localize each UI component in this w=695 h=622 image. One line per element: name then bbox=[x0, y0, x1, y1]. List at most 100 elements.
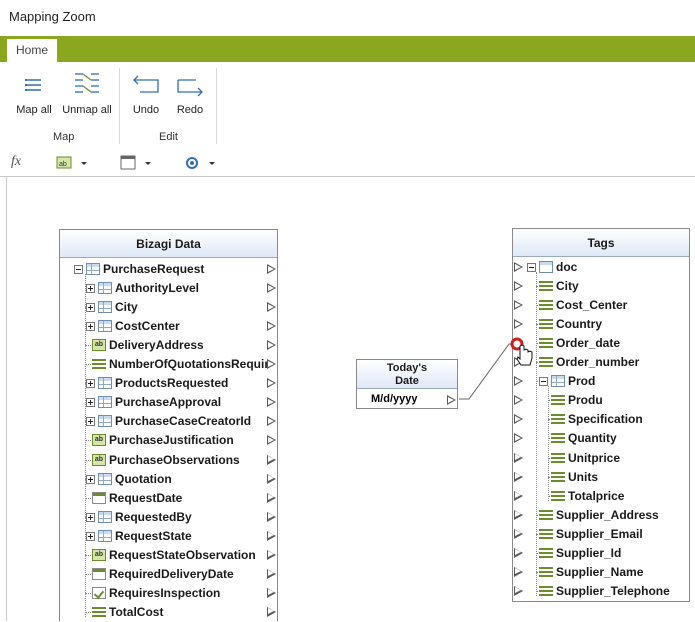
undo-icon bbox=[133, 75, 159, 93]
tree-item-label: Country bbox=[556, 317, 602, 332]
input-port-icon[interactable] bbox=[514, 281, 523, 292]
group-label-map: Map bbox=[53, 131, 75, 143]
tree-item-label: Quantity bbox=[568, 431, 617, 446]
tree-item-label: City bbox=[556, 279, 579, 294]
tree-item-label: Specification bbox=[568, 412, 643, 427]
tree-item-label: Supplier_Telephone bbox=[556, 583, 670, 598]
ribbon-group-separator bbox=[119, 68, 120, 144]
tree-item[interactable]: Quantity bbox=[513, 429, 689, 448]
tree-item[interactable]: Produ bbox=[513, 391, 689, 410]
list-icon bbox=[539, 585, 553, 597]
date-functions-dropdown[interactable] bbox=[120, 154, 160, 172]
input-port-icon[interactable] bbox=[514, 300, 523, 311]
redo-label: Redo bbox=[176, 104, 204, 116]
tab-home[interactable]: Home bbox=[6, 38, 58, 62]
list-icon bbox=[551, 394, 565, 406]
tree-root-item[interactable]: doc bbox=[513, 258, 689, 277]
input-port-icon[interactable] bbox=[514, 395, 523, 406]
tree-item[interactable]: Units bbox=[513, 468, 689, 487]
tree-item[interactable]: Cost_Center bbox=[513, 296, 689, 315]
tree-item-label: Unitprice bbox=[568, 450, 621, 465]
list-icon bbox=[539, 528, 553, 540]
tree-item-label: doc bbox=[556, 260, 578, 274]
window-title: Mapping Zoom bbox=[9, 9, 96, 24]
tree-item-label: Totalprice bbox=[568, 488, 625, 503]
tree-item-label: Supplier_Email bbox=[556, 526, 643, 541]
list-icon bbox=[551, 432, 565, 444]
tree-item-label: Supplier_Name bbox=[556, 564, 644, 579]
input-port-icon[interactable] bbox=[514, 585, 523, 596]
tree-item[interactable]: Supplier_Telephone bbox=[513, 582, 689, 601]
tree-item[interactable]: Totalprice bbox=[513, 487, 689, 506]
list-icon bbox=[539, 509, 553, 521]
target-panel-title: Tags bbox=[513, 229, 689, 257]
tree-item-label: Supplier_Id bbox=[556, 545, 622, 560]
input-port-icon[interactable] bbox=[514, 547, 523, 558]
input-port-icon[interactable] bbox=[514, 319, 523, 330]
collapse-toggle-icon[interactable] bbox=[527, 263, 536, 272]
list-icon bbox=[551, 471, 565, 483]
input-port-icon[interactable] bbox=[514, 452, 523, 463]
input-port-icon[interactable] bbox=[514, 471, 523, 482]
list-icon bbox=[539, 547, 553, 559]
settings-dropdown[interactable] bbox=[184, 154, 224, 172]
window-titlebar: Mapping Zoom bbox=[0, 0, 695, 36]
input-port-icon[interactable] bbox=[514, 376, 523, 387]
collapse-toggle-icon[interactable] bbox=[539, 377, 548, 387]
unmap-all-icon bbox=[75, 73, 99, 93]
ribbon-body: Map all Unmap all Map Undo Redo Edit bbox=[0, 62, 695, 151]
list-icon bbox=[539, 566, 553, 578]
collection-icon bbox=[551, 375, 565, 388]
group-label-edit: Edit bbox=[159, 131, 178, 143]
list-icon bbox=[539, 337, 553, 349]
tree-item-label: Prod bbox=[568, 374, 596, 389]
tree-item[interactable]: Prod bbox=[513, 372, 689, 391]
list-icon bbox=[551, 413, 565, 425]
tree-item-label: Units bbox=[568, 469, 598, 484]
input-port-icon[interactable] bbox=[514, 528, 523, 539]
list-icon bbox=[539, 280, 553, 292]
input-port-icon[interactable] bbox=[514, 414, 523, 425]
redo-icon bbox=[177, 79, 203, 97]
list-icon bbox=[539, 356, 553, 368]
target-tags-panel: Tags doc City Cost_Center Country Order_date… bbox=[512, 228, 690, 602]
svg-text:ab: ab bbox=[59, 161, 67, 168]
list-icon bbox=[539, 299, 553, 311]
input-port-icon[interactable] bbox=[514, 262, 523, 272]
tree-item[interactable]: Supplier_Address bbox=[513, 506, 689, 525]
input-port-icon[interactable] bbox=[514, 509, 523, 520]
hand-cursor-icon bbox=[510, 337, 533, 366]
doc-icon bbox=[539, 261, 553, 273]
tree-item[interactable]: Specification bbox=[513, 410, 689, 429]
tree-item[interactable]: Supplier_Name bbox=[513, 563, 689, 582]
mapping-canvas[interactable]: Bizagi Data PurchaseRequest AuthorityLeve… bbox=[6, 177, 691, 621]
unmap-all-label: Unmap all bbox=[62, 104, 112, 116]
unmap-all-button[interactable]: Unmap all bbox=[58, 70, 116, 116]
tree-item[interactable]: Supplier_Email bbox=[513, 525, 689, 544]
tree-item-label: Produ bbox=[568, 393, 603, 408]
tree-item-label: Cost_Center bbox=[556, 298, 628, 313]
undo-button[interactable]: Undo bbox=[128, 70, 164, 116]
tree-item-label: Supplier_Address bbox=[556, 507, 659, 522]
ribbon-tab-strip bbox=[0, 36, 695, 62]
list-icon bbox=[539, 318, 553, 330]
tree-item[interactable]: City bbox=[513, 277, 689, 296]
tree-item[interactable]: Supplier_Id bbox=[513, 544, 689, 563]
tree-item-label: Order_number bbox=[556, 355, 640, 370]
input-port-icon[interactable] bbox=[514, 490, 523, 501]
input-port-icon[interactable] bbox=[514, 566, 523, 577]
tree-item[interactable]: Unitprice bbox=[513, 449, 689, 468]
function-toolbar: fx ab bbox=[0, 150, 695, 177]
tree-item-label: Order_date bbox=[556, 336, 621, 351]
ribbon-group-separator-2 bbox=[216, 68, 217, 144]
fx-icon[interactable]: fx bbox=[11, 154, 21, 172]
tree-item[interactable]: Country bbox=[513, 315, 689, 334]
map-all-label: Map all bbox=[16, 104, 52, 116]
input-port-icon[interactable] bbox=[514, 433, 523, 444]
text-functions-dropdown[interactable]: ab bbox=[56, 154, 96, 172]
map-all-button[interactable]: Map all bbox=[12, 70, 56, 116]
list-icon bbox=[551, 490, 565, 502]
redo-button[interactable]: Redo bbox=[172, 70, 208, 116]
undo-label: Undo bbox=[132, 104, 160, 116]
list-icon bbox=[551, 452, 565, 464]
